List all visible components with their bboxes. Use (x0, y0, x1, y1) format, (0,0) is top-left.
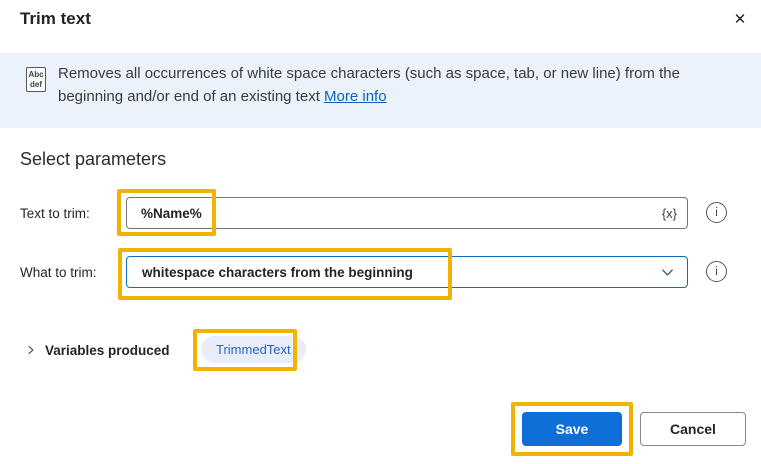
trim-text-action-icon: Abc def (26, 67, 46, 92)
text-to-trim-input[interactable]: %Name% {x} (126, 197, 688, 229)
action-description: Removes all occurrences of white space c… (58, 62, 732, 108)
info-banner: Abc def Removes all occurrences of white… (0, 53, 761, 128)
variables-produced-label: Variables produced (45, 342, 170, 358)
variable-picker-button[interactable]: {x} (662, 206, 677, 221)
text-to-trim-label: Text to trim: (20, 206, 90, 221)
what-to-trim-info-icon[interactable]: i (706, 261, 727, 282)
variables-produced-toggle[interactable]: Variables produced (26, 338, 170, 362)
page-title: Trim text (20, 9, 91, 28)
what-to-trim-label: What to trim: (20, 265, 97, 280)
cancel-button[interactable]: Cancel (640, 412, 746, 446)
save-button[interactable]: Save (522, 412, 622, 446)
chevron-down-icon (660, 265, 675, 280)
close-button[interactable]: ✕ (724, 5, 756, 35)
chevron-right-icon (26, 344, 36, 356)
text-to-trim-info-icon[interactable]: i (706, 202, 727, 223)
more-info-link[interactable]: More info (324, 88, 387, 105)
what-to-trim-value: whitespace characters from the beginning (142, 264, 413, 280)
variable-picker-icon: {x} (661, 205, 677, 221)
close-icon: ✕ (733, 11, 747, 28)
what-to-trim-select[interactable]: whitespace characters from the beginning (126, 256, 688, 288)
variable-pill-trimmedtext[interactable]: TrimmedText (201, 336, 306, 363)
text-to-trim-value: %Name% (141, 205, 202, 221)
select-parameters-heading: Select parameters (20, 149, 167, 169)
